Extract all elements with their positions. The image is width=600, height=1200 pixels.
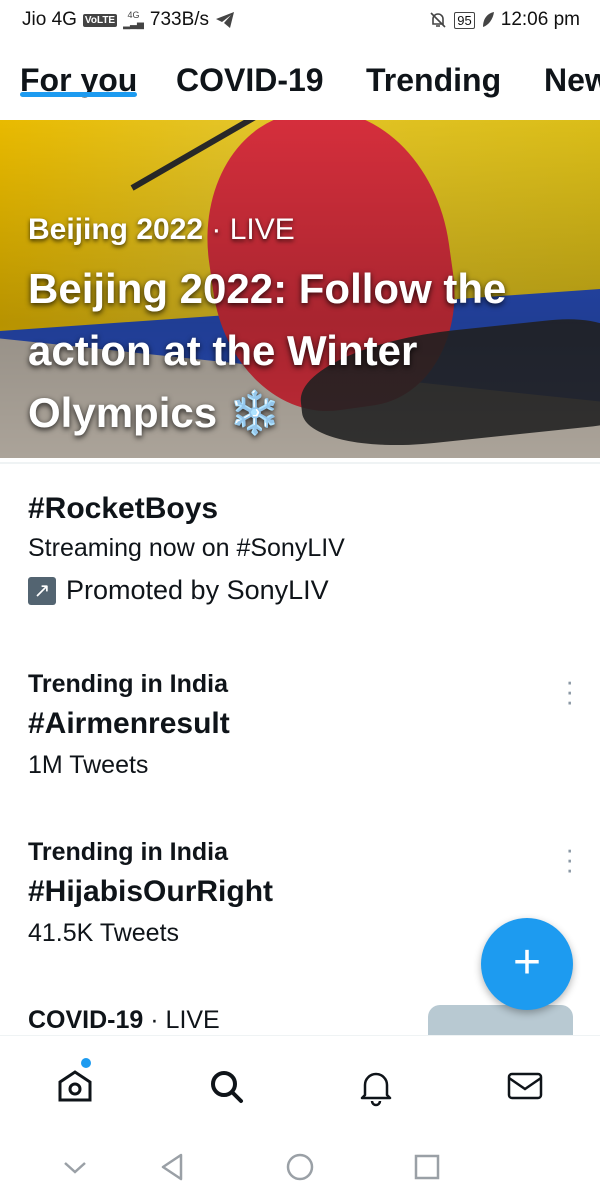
tweet-count: 1M Tweets [28,751,149,779]
nav-search[interactable] [204,1064,248,1108]
nav-notifications[interactable] [354,1064,398,1108]
tab-covid-19[interactable]: COVID-19 [176,44,324,99]
promoted-by-text: Promoted by SonyLIV [66,575,329,605]
more-options-icon[interactable]: · · · [565,668,574,714]
promoted-label: ↗ Promoted by SonyLIV [28,575,548,606]
trend-title: #Airmenresult [28,707,230,740]
tab-news[interactable]: New [544,44,600,99]
trend-context-label: COVID-19 [28,1006,144,1034]
hero-category: Beijing 2022 [28,213,204,246]
mute-bell-icon [430,12,446,28]
live-label: · LIVE [150,1006,220,1034]
status-left: Jio 4G VoLTE 4G ▂▃▅ 733B/s [22,9,235,31]
plus-icon: + [512,936,542,989]
hero-event-card[interactable]: Beijing 2022 · LIVE Beijing 2022: Follow… [0,120,600,458]
divider [0,462,600,464]
leaf-icon [482,12,494,27]
status-bar: Jio 4G VoLTE 4G ▂▃▅ 733B/s 95 12:06 pm [0,0,600,44]
trend-title: #HijabisOurRight [28,875,274,908]
promoted-trend[interactable]: #RocketBoys Streaming now on #SonyLIV ↗ … [28,492,548,606]
tab-for-you[interactable]: For you [20,44,138,99]
collapse-icon[interactable] [55,1147,95,1187]
recents-icon[interactable] [407,1147,447,1187]
telegram-icon [216,12,235,28]
home-circle-icon[interactable] [280,1147,320,1187]
notification-dot [81,1058,91,1068]
notifications-icon [360,1072,392,1107]
network-speed: 733B/s [149,9,210,30]
back-icon[interactable] [152,1147,192,1187]
carrier-label: Jio 4G [22,9,77,30]
clock: 12:06 pm [500,9,580,30]
hero-title: Beijing 2022: Follow the action at the W… [28,265,507,436]
messages-icon [507,1072,543,1100]
battery-icon: 95 [454,11,475,29]
trend-context: Trending in India [28,838,228,866]
home-icon [58,1070,92,1102]
volte-badge: VoLTE [82,13,118,27]
trend-item[interactable]: Trending in India #HijabisOurRight 41.5K… [28,838,548,948]
tab-trending[interactable]: Trending [366,44,501,99]
nav-home[interactable] [53,1058,97,1108]
nav-messages[interactable] [503,1064,547,1108]
system-nav-bar [0,1135,600,1200]
compose-tweet-button[interactable]: + [481,918,573,1010]
hero-live-label: · LIVE [211,213,295,246]
bottom-nav [0,1035,600,1136]
more-options-icon[interactable]: · · · [565,836,574,882]
search-icon [211,1071,243,1103]
status-right: 95 12:06 pm [428,9,580,31]
trend-item[interactable]: Trending in India #Airmenresult 1M Tweet… [28,670,548,780]
trend-context: Trending in India [28,670,228,698]
signal-icon: 4G ▂▃▅ [123,10,144,29]
trend-title: #RocketBoys [28,492,219,525]
tweet-count: 41.5K Tweets [28,919,180,947]
trend-subtitle: Streaming now on #SonyLIV [28,534,345,562]
explore-tabs: For you COVID-19 Trending New [0,44,600,120]
promoted-arrow-icon: ↗ [28,576,56,605]
hero-eyebrow: Beijing 2022 · LIVE [28,213,295,247]
